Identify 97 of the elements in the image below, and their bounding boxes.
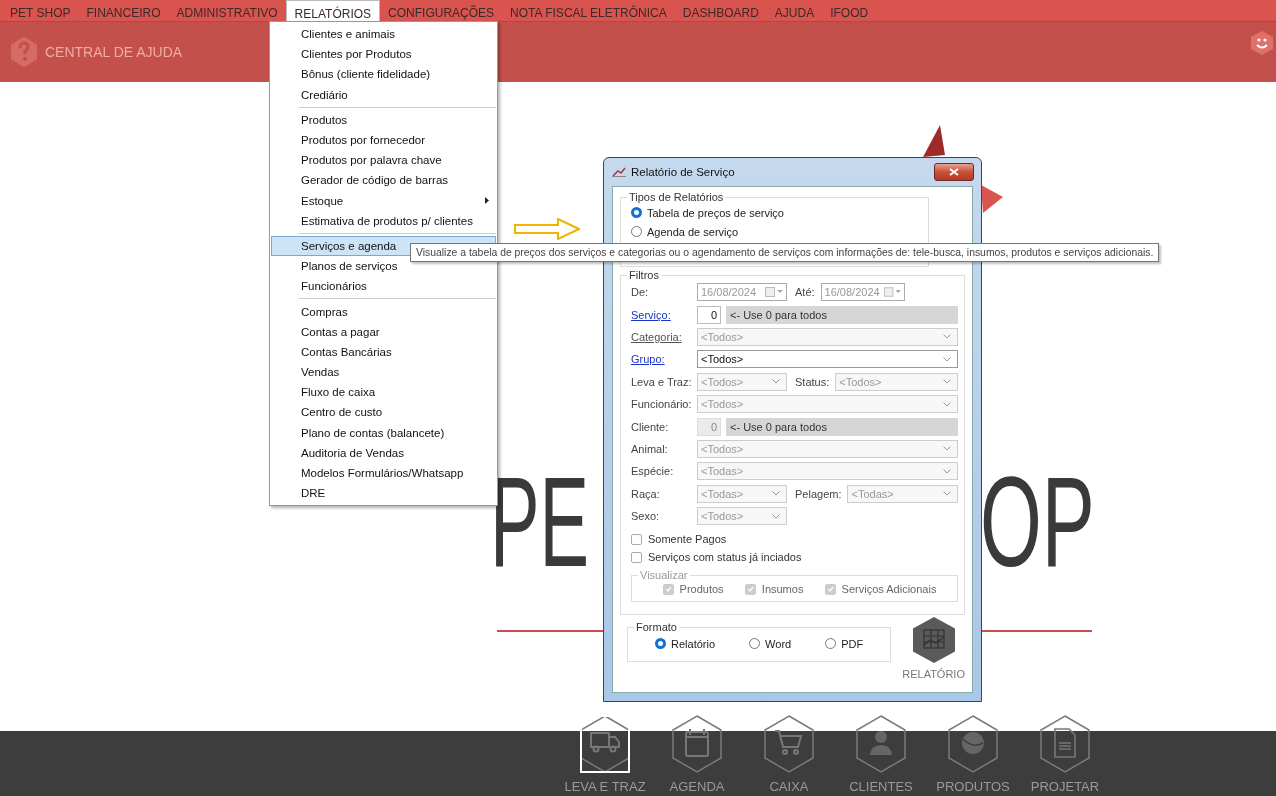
person-icon [870,731,892,755]
group-title: Formato [635,621,678,633]
menu-bar-item[interactable]: CONFIGURAÇÕES [380,0,503,21]
menu-bar-item[interactable]: AJUDA [766,0,823,21]
app-icon [612,167,626,177]
tooltip: Visualize a tabela de preços dos serviços e categorias ou o agendamento de serviços com informações de: tele-busca, insumos, produtos e serviços adicionais. [410,243,1160,262]
menu-bar-item[interactable]: RELATÓRIOS [285,0,381,21]
radio-button[interactable] [749,638,761,649]
cart-icon [774,730,803,755]
field-link[interactable]: Grupo: [631,353,697,366]
document-icon [1054,728,1076,758]
radio-button[interactable] [631,207,642,218]
menu-item[interactable]: Plano de contas (balancete) [271,422,496,443]
chevron-icon [943,468,951,474]
radio-button[interactable] [655,638,666,649]
radio-option[interactable]: PDF [825,634,864,653]
radio-option[interactable]: Relatório [655,634,716,653]
nav-button[interactable]: CLIENTES [835,715,927,794]
chevron-icon [943,401,951,407]
menu-item[interactable]: Estoque [271,190,496,211]
logo-shape [923,125,945,157]
hint-text: <- Use 0 para todos [726,417,958,436]
spreadsheet-icon [912,617,955,663]
chevron-icon [943,356,951,362]
calendar-icon [685,728,709,757]
hint-text: <- Use 0 para todos [726,305,958,324]
field-label: Cliente: [631,420,670,433]
menu-item[interactable]: Clientes e animais [271,24,496,45]
dropdown[interactable]: <Todos> [697,350,958,369]
number-field[interactable]: 0 [697,305,721,324]
field-label: Funcionário: [631,398,693,411]
menu-item[interactable]: Produtos por palavra chave [271,150,496,171]
menu-bar-item[interactable]: ADMINISTRATIVO [168,0,286,21]
header-title: CENTRAL DE AJUDA [45,44,183,60]
menu-bar-item[interactable]: PET SHOP [2,0,79,21]
chevron-icon [943,446,951,452]
menu-item[interactable]: Vendas [271,362,496,383]
menu-item[interactable]: Bônus (cliente fidelidade) [271,64,496,85]
radio-option[interactable]: Word [749,634,792,653]
radio-option[interactable]: Tabela de preços de serviço [631,203,784,222]
nav-button[interactable]: CAIXA [743,715,835,794]
menu-item[interactable]: Compras [271,301,496,322]
truck-icon [590,732,620,753]
menu-item[interactable]: Produtos por fornecedor [271,129,496,151]
checkbox[interactable] [631,533,642,545]
radio-button[interactable] [825,638,837,649]
radio-button[interactable] [631,226,642,237]
menu-item[interactable]: Produtos [271,109,496,130]
checkbox[interactable] [631,551,642,563]
field-link[interactable]: Serviço: [631,308,697,321]
field-label: Espécie: [631,465,675,478]
logo-text: OP [980,458,1095,586]
nav-button[interactable]: PROJETAR [1019,715,1111,794]
chevron-icon [772,491,780,497]
menu-item[interactable]: Crediário [271,84,496,105]
close-button[interactable] [934,163,974,181]
report-button[interactable]: RELATÓRIO [902,617,965,680]
close-icon [949,168,959,176]
field-label: Sexo: [631,510,661,523]
radio-option[interactable]: Agenda de serviço [631,222,739,241]
menu-bar-item[interactable]: DASHBOARD [674,0,767,21]
chevron-icon [943,379,951,385]
field-label: Leva e Traz: [631,375,693,388]
smiley-icon[interactable] [1250,30,1274,56]
field-label: Raça: [631,487,661,500]
nav-button[interactable]: LEVA E TRAZ [559,715,651,794]
arrow-icon [514,218,580,240]
group-title: Tipos de Relatórios [628,191,725,203]
group-title: Visualizar [639,569,689,582]
chevron-icon [772,513,780,519]
calendar-icon [765,287,783,298]
field-label: Pelagem: [795,487,842,500]
menu-item[interactable]: Contas a pagar [271,321,496,342]
help-icon [10,36,38,68]
menu-bar-item[interactable]: NOTA FISCAL ELETRÔNICA [502,0,675,21]
chevron-icon [943,491,951,497]
menu-item[interactable]: Gerador de código de barras [271,170,496,191]
dialog-title: Relatório de Serviço [631,166,735,178]
chevron-icon [943,334,951,340]
field-label: Status: [795,375,830,388]
checkbox-option[interactable]: Somente Pagos [631,533,958,546]
menu-item[interactable]: Contas Bancárias [271,341,496,362]
menu-item[interactable]: Centro de custo [271,402,496,423]
chevron-icon [772,379,780,385]
field-label: Animal: [631,442,669,455]
submenu-arrow-icon [485,196,489,204]
menu-item[interactable]: Fluxo de caixa [271,382,496,403]
checkbox-option[interactable]: Serviços com status já inciados [631,551,958,564]
menu-item[interactable]: Clientes por Produtos [271,44,496,65]
field-label: De: [631,286,650,299]
field-label: Até: [795,286,815,299]
group-title: Filtros [628,269,660,281]
menu-item[interactable]: Estimativa de produtos p/ clientes [271,210,496,231]
menu-item[interactable]: Funcionários [271,276,496,297]
calendar-icon [883,287,901,298]
nav-button[interactable]: AGENDA [651,715,743,794]
nav-button[interactable]: PRODUTOS [927,715,1019,794]
